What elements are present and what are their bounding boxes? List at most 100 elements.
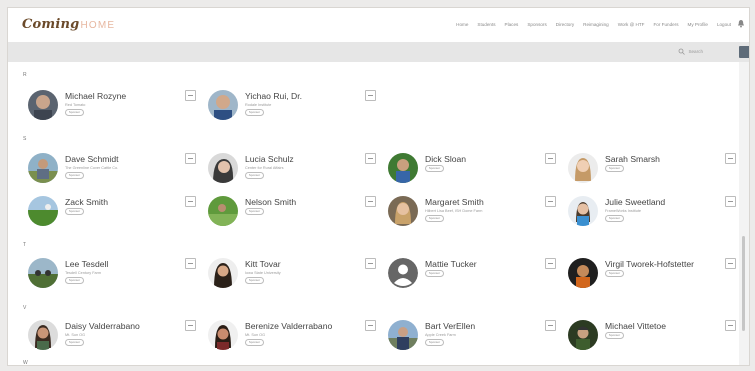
card-menu-button[interactable] (185, 196, 196, 207)
avatar (388, 196, 418, 226)
person-card[interactable]: Margaret Smith Hilbert Lisa Beef, ISH Do… (388, 196, 556, 232)
person-organization: Rodale Institute (245, 103, 272, 107)
person-card[interactable]: Berenize Valderrabano Mt. Sun OG Sponsor (208, 320, 376, 356)
logo-home-text: HOME (80, 20, 116, 31)
avatar (568, 196, 598, 226)
notification-bell-icon[interactable] (737, 19, 745, 28)
person-organization: Apple Creek Farm (425, 333, 456, 337)
person-name[interactable]: Mattie Tucker (425, 259, 477, 269)
card-menu-button[interactable] (185, 320, 196, 331)
card-menu-button[interactable] (725, 320, 736, 331)
card-menu-button[interactable] (365, 258, 376, 269)
person-name[interactable]: Virgil Tworek-Hofstetter (605, 259, 694, 269)
card-menu-button[interactable] (365, 90, 376, 101)
person-name[interactable]: Yichao Rui, Dr. (245, 91, 302, 101)
person-name[interactable]: Zack Smith (65, 197, 108, 207)
role-badge: Sponsor (605, 215, 624, 222)
directory-list: R Michael Rozyne Red Tomato Sponsor Yich… (8, 62, 739, 365)
card-menu-button[interactable] (545, 258, 556, 269)
person-card[interactable]: Virgil Tworek-Hofstetter Sponsor (568, 258, 736, 294)
section-letter: S (23, 136, 27, 142)
card-menu-button[interactable] (365, 320, 376, 331)
nav-item-students[interactable]: Students (477, 22, 495, 27)
nav-item-places[interactable]: Places (505, 22, 519, 27)
avatar (208, 196, 238, 226)
avatar-placeholder-icon (388, 258, 418, 288)
person-name[interactable]: Dave Schmidt (65, 154, 119, 164)
avatar (28, 196, 58, 226)
person-card[interactable]: Lucia Schulz Center for Rural Affairs Sp… (208, 153, 376, 189)
card-menu-button[interactable] (365, 153, 376, 164)
nav-item-home[interactable]: Home (456, 22, 468, 27)
role-badge: Sponsor (65, 109, 84, 116)
person-name[interactable]: Kitt Tovar (245, 259, 281, 269)
search-input[interactable]: Search (688, 49, 703, 54)
person-name[interactable]: Margaret Smith (425, 197, 484, 207)
card-menu-button[interactable] (185, 258, 196, 269)
person-card[interactable]: Michael Vittetoe Sponsor (568, 320, 736, 356)
nav-item-profile[interactable]: My Profile (688, 22, 708, 27)
avatar (388, 320, 418, 350)
section-letter: R (23, 72, 27, 78)
search-submit-button[interactable] (739, 46, 749, 58)
avatar (388, 153, 418, 183)
person-name[interactable]: Dick Sloan (425, 154, 466, 164)
avatar (208, 153, 238, 183)
avatar (28, 320, 58, 350)
person-name[interactable]: Nelson Smith (245, 197, 296, 207)
person-name[interactable]: Michael Vittetoe (605, 321, 666, 331)
person-name[interactable]: Julie Sweetland (605, 197, 665, 207)
nav-item-reimagining[interactable]: Reimagining (583, 22, 609, 27)
person-card[interactable]: Nelson Smith Sponsor (208, 196, 376, 232)
card-menu-button[interactable] (725, 196, 736, 207)
person-card[interactable]: Julie Sweetland FrameWorks Institute Spo… (568, 196, 736, 232)
card-menu-button[interactable] (545, 153, 556, 164)
person-name[interactable]: Berenize Valderrabano (245, 321, 332, 331)
nav-item-funders[interactable]: For Funders (653, 22, 678, 27)
search-field[interactable]: Search (678, 48, 703, 55)
scrollbar-thumb[interactable] (742, 236, 745, 331)
avatar (208, 320, 238, 350)
main-nav: Home Students Places Sponsors Directory … (456, 22, 731, 27)
role-badge: Sponsor (425, 339, 444, 346)
role-badge: Sponsor (605, 165, 624, 172)
nav-item-logout[interactable]: Logout (717, 22, 731, 27)
vertical-scrollbar[interactable] (739, 62, 749, 365)
search-icon (679, 48, 686, 55)
person-name[interactable]: Michael Rozyne (65, 91, 126, 101)
nav-item-work[interactable]: Work @ HTF (618, 22, 645, 27)
person-card[interactable]: Bart VerEllen Apple Creek Farm Sponsor (388, 320, 556, 356)
card-menu-button[interactable] (185, 90, 196, 101)
role-badge: Sponsor (245, 109, 264, 116)
role-badge: Sponsor (425, 215, 444, 222)
person-card[interactable]: Sarah Smarsh Sponsor (568, 153, 736, 189)
brand-logo[interactable]: ComingHOME (22, 17, 115, 32)
card-menu-button[interactable] (545, 196, 556, 207)
card-menu-button[interactable] (725, 258, 736, 269)
nav-item-sponsors[interactable]: Sponsors (527, 22, 546, 27)
card-menu-button[interactable] (725, 153, 736, 164)
person-card[interactable]: Mattie Tucker Sponsor (388, 258, 556, 294)
person-card[interactable]: Dick Sloan Sponsor (388, 153, 556, 189)
person-card[interactable]: Michael Rozyne Red Tomato Sponsor (28, 90, 196, 126)
nav-item-directory[interactable]: Directory (556, 22, 574, 27)
person-name[interactable]: Daisy Valderrabano (65, 321, 140, 331)
card-menu-button[interactable] (185, 153, 196, 164)
person-organization: Red Tomato (65, 103, 86, 107)
person-name[interactable]: Lucia Schulz (245, 154, 294, 164)
person-card[interactable]: Zack Smith Sponsor (28, 196, 196, 232)
person-name[interactable]: Lee Tesdell (65, 259, 108, 269)
person-card[interactable]: Yichao Rui, Dr. Rodale Institute Sponsor (208, 90, 376, 126)
role-badge: Sponsor (65, 277, 84, 284)
person-name[interactable]: Sarah Smarsh (605, 154, 660, 164)
person-card[interactable]: Kitt Tovar Iowa State University Sponsor (208, 258, 376, 294)
person-card[interactable]: Daisy Valderrabano Mt. Sun OG Sponsor (28, 320, 196, 356)
person-name[interactable]: Bart VerEllen (425, 321, 475, 331)
card-menu-button[interactable] (545, 320, 556, 331)
role-badge: Sponsor (245, 172, 264, 179)
card-menu-button[interactable] (365, 196, 376, 207)
person-card[interactable]: Lee Tesdell Tesdell Century Farm Sponsor (28, 258, 196, 294)
person-card[interactable]: Dave Schmidt The Greenline Cover Cattle … (28, 153, 196, 189)
avatar (208, 258, 238, 288)
role-badge: Sponsor (245, 208, 264, 215)
